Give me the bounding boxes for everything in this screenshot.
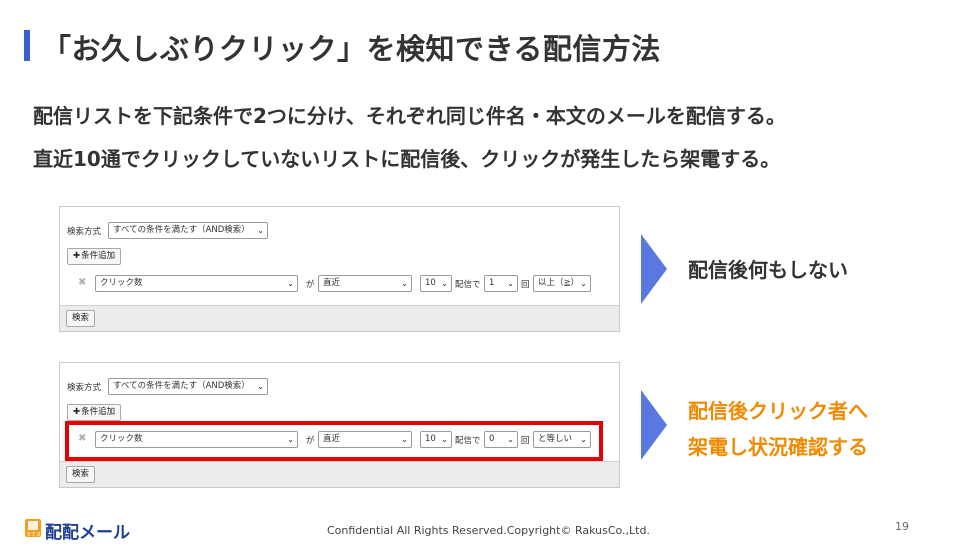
chevron-down-icon: ⌄: [580, 435, 587, 444]
count-select[interactable]: 10 ⌄: [420, 275, 452, 292]
search-method-select[interactable]: すべての条件を満たす（AND検索） ⌄: [108, 222, 268, 239]
haishin-de-label: 配信で: [455, 280, 481, 290]
ga-label: が: [306, 280, 315, 290]
add-condition-button[interactable]: ✚条件追加: [67, 404, 122, 421]
page-number: 19: [895, 520, 909, 533]
search-button[interactable]: 検索: [66, 466, 96, 483]
chevron-down-icon: ⌄: [441, 435, 448, 444]
chevron-down-icon: ⌄: [287, 279, 294, 288]
slide-title: 「お久しぶりクリック」を検知できる配信方法: [42, 32, 661, 66]
brand-name: 配配メール: [45, 523, 130, 543]
result-a-text: 配信後何もしない: [688, 258, 848, 282]
chevron-down-icon: ⌄: [507, 279, 514, 288]
arrow-right-icon: [641, 234, 667, 304]
kai-label: 回: [521, 280, 530, 290]
add-condition-button[interactable]: ✚条件追加: [67, 248, 122, 265]
plus-icon: ✚: [73, 407, 81, 417]
search-method-label: 検索方式: [67, 383, 102, 393]
haishin-de-label: 配信で: [455, 436, 481, 446]
chevron-down-icon: ⌄: [507, 435, 514, 444]
period-select[interactable]: 直近 ⌄: [318, 431, 412, 448]
comparator-select[interactable]: と等しい ⌄: [533, 431, 591, 448]
arrow-right-icon: [641, 390, 667, 460]
search-button[interactable]: 検索: [66, 310, 96, 327]
search-panel-a: 検索方式 すべての条件を満たす（AND検索） ⌄ ✚条件追加 ✖ クリック数 ⌄…: [59, 206, 620, 332]
chevron-down-icon: ⌄: [401, 279, 408, 288]
search-method-label: 検索方式: [67, 227, 102, 237]
chevron-down-icon: ⌄: [257, 382, 264, 391]
condition-field-select[interactable]: クリック数 ⌄: [95, 275, 298, 292]
brand-mark-icon: ラクス: [25, 519, 41, 538]
period-select[interactable]: 直近 ⌄: [318, 275, 412, 292]
search-panel-b-body: 検索方式 すべての条件を満たす（AND検索） ⌄ ✚条件追加 ✖ クリック数 ⌄…: [60, 363, 619, 462]
remove-condition-icon[interactable]: ✖: [78, 433, 86, 444]
chevron-down-icon: ⌄: [287, 435, 294, 444]
title-accent-bar: [24, 30, 30, 61]
result-b-line-1: 配信後クリック者へ: [688, 399, 868, 423]
chevron-down-icon: ⌄: [257, 226, 264, 235]
condition-field-select[interactable]: クリック数 ⌄: [95, 431, 298, 448]
search-panel-b-footer: 検索: [60, 461, 619, 487]
count-select[interactable]: 10 ⌄: [420, 431, 452, 448]
intro-line-2: 直近10通でクリックしていないリストに配信後、クリックが発生したら架電する。: [33, 147, 781, 171]
intro-text: 配信リストを下記条件で2つに分け、それぞれ同じ件名・本文のメールを配信する。 直…: [33, 95, 786, 181]
comparator-select[interactable]: 以上（≧） ⌄: [533, 275, 591, 292]
chevron-down-icon: ⌄: [580, 279, 587, 288]
intro-line-1: 配信リストを下記条件で2つに分け、それぞれ同じ件名・本文のメールを配信する。: [33, 104, 786, 128]
chevron-down-icon: ⌄: [441, 279, 448, 288]
search-panel-a-body: 検索方式 すべての条件を満たす（AND検索） ⌄ ✚条件追加 ✖ クリック数 ⌄…: [60, 207, 619, 306]
chevron-down-icon: ⌄: [401, 435, 408, 444]
search-panel-b: 検索方式 すべての条件を満たす（AND検索） ⌄ ✚条件追加 ✖ クリック数 ⌄…: [59, 362, 620, 488]
result-b-line-2: 架電し状況確認する: [688, 435, 868, 459]
kai-label: 回: [521, 436, 530, 446]
remove-condition-icon[interactable]: ✖: [78, 277, 86, 288]
search-method-select[interactable]: すべての条件を満たす（AND検索） ⌄: [108, 378, 268, 395]
copyright-footer: Confidential All Rights Reserved.Copyrig…: [327, 524, 650, 537]
result-b-text: 配信後クリック者へ 架電し状況確認する: [688, 393, 868, 465]
times-select[interactable]: 1 ⌄: [484, 275, 518, 292]
times-select[interactable]: 0 ⌄: [484, 431, 518, 448]
ga-label: が: [306, 436, 315, 446]
plus-icon: ✚: [73, 251, 81, 261]
search-panel-a-footer: 検索: [60, 305, 619, 331]
